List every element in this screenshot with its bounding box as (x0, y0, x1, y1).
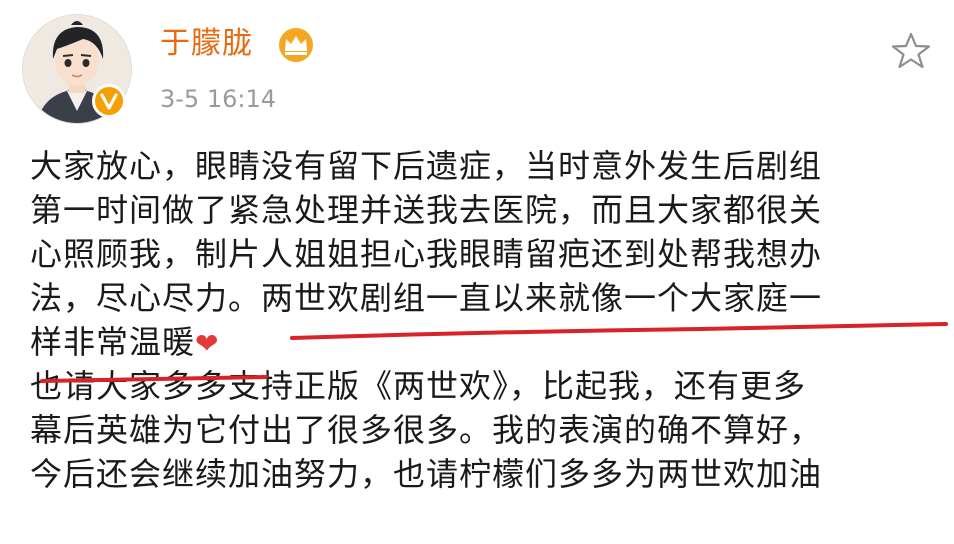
post-line-text: 幕后英雄为它付出了很多很多。我的表演的确不算好， (30, 411, 823, 449)
post-line-text: 法，尽心尽力。 (30, 279, 262, 317)
post-body: 大家放心，眼睛没有留下后遗症，当时意外发生后剧组 第一时间做了紧急处理并送我去医… (30, 144, 930, 496)
post-line: 幕后英雄为它付出了很多很多。我的表演的确不算好， (30, 408, 930, 452)
post-timestamp: 3-5 16:14 (160, 85, 276, 113)
post-line-text: 第一时间做了紧急处理并送我去医院，而且大家都很关 (30, 191, 823, 229)
favorite-star-icon[interactable] (890, 30, 932, 76)
post-line: 也请大家多多支持正版《两世欢》，比起我，还有更多 (30, 364, 930, 408)
post-header: 于朦胧 3-5 16:14 (0, 0, 954, 130)
verified-badge-icon (92, 84, 126, 118)
highlighted-text-part2: 样非常温暖 (30, 323, 196, 361)
post-line: 法，尽心尽力。两世欢剧组一直以来就像一个大家庭一 (30, 276, 930, 320)
highlighted-text-part1: 两世欢剧组一直以来就像一个大家庭一 (261, 279, 823, 317)
post-line: 大家放心，眼睛没有留下后遗症，当时意外发生后剧组 (30, 144, 930, 188)
heart-emoji-icon: ❤ (195, 327, 220, 360)
crown-icon (276, 27, 316, 67)
post-line-text: 今后还会继续加油努力，也请柠檬们多多为两世欢加油 (30, 455, 823, 493)
post-line: 第一时间做了紧急处理并送我去医院，而且大家都很关 (30, 188, 930, 232)
post-line: 样非常温暖❤ (30, 320, 930, 364)
post-line-text: 也请大家多多支持正版《两世欢》，比起我，还有更多 (30, 367, 807, 405)
post-line-text: 大家放心，眼睛没有留下后遗症，当时意外发生后剧组 (30, 147, 823, 185)
username[interactable]: 于朦胧 (160, 26, 253, 62)
post-line-text: 心照顾我，制片人姐姐担心我眼睛留疤还到处帮我想办 (30, 235, 823, 273)
post-line: 心照顾我，制片人姐姐担心我眼睛留疤还到处帮我想办 (30, 232, 930, 276)
post-line: 今后还会继续加油努力，也请柠檬们多多为两世欢加油 (30, 452, 930, 496)
